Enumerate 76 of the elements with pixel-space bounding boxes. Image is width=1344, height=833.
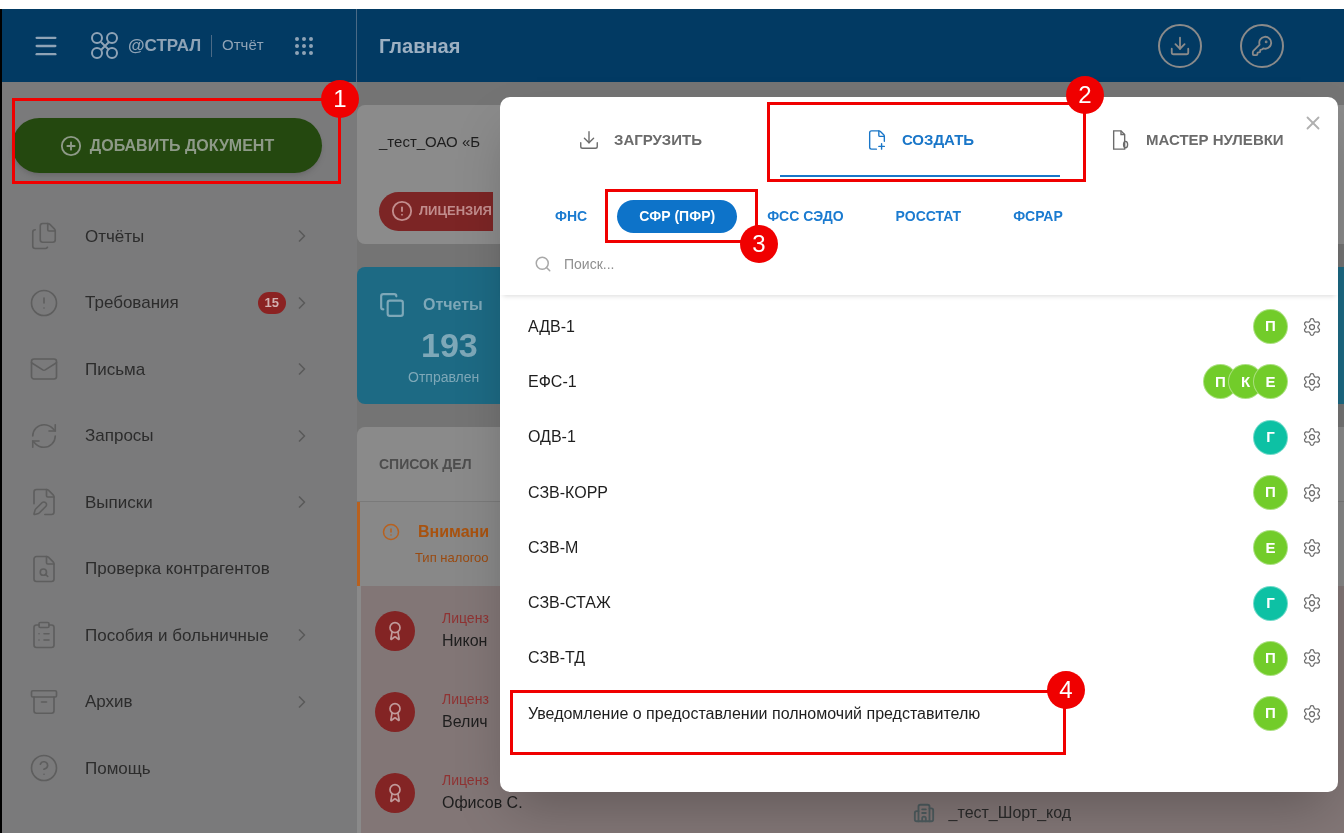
sidebar-item[interactable]: Выписки: [2, 469, 357, 536]
form-name[interactable]: СЗВ-КОРР: [528, 480, 608, 505]
download-icon: [1169, 34, 1191, 57]
documents-icon: [379, 291, 405, 320]
sidebar-item[interactable]: Пособия и больничные: [2, 602, 357, 669]
warning-icon: [382, 523, 400, 541]
download-button[interactable]: [1158, 23, 1202, 68]
add-document-button[interactable]: ДОБАВИТЬ ДОКУМЕНТ: [12, 118, 322, 173]
exclamation-icon: [391, 200, 413, 222]
dialog-tab[interactable]: СОЗДАТЬ: [780, 105, 1060, 177]
task-label: Лиценз: [442, 609, 489, 628]
settings-icon[interactable]: [1302, 593, 1322, 614]
page-title: Главная: [379, 33, 461, 59]
form-name[interactable]: ОДВ-1: [528, 425, 576, 450]
agency-chip[interactable]: РОССТАТ: [873, 199, 984, 233]
award-icon: [375, 610, 415, 651]
letter-badge: П: [1253, 696, 1288, 732]
form-name[interactable]: Уведомление о предоставлении полномочий представителю: [528, 701, 981, 726]
plus-icon: [59, 134, 82, 157]
sidebar-item[interactable]: Помощь: [2, 735, 357, 802]
agency-chip[interactable]: ФНС: [533, 199, 610, 233]
settings-icon[interactable]: [1302, 371, 1322, 392]
key-icon: [1251, 34, 1273, 57]
alert-text: Тип налогоо: [415, 549, 489, 567]
download-icon: [578, 128, 600, 152]
brand-name: @СТРАЛ: [128, 34, 202, 57]
documents-icon: [29, 221, 59, 252]
letter-badge: Г: [1253, 585, 1288, 621]
task-name: Никон: [442, 631, 488, 651]
form-name[interactable]: СЗВ-М: [528, 535, 579, 560]
sidebar-item[interactable]: Проверка контрагентов: [2, 535, 357, 602]
agency-chip[interactable]: СФР (ПФР): [617, 199, 738, 233]
organization-name: _тест_Шорт_код: [948, 803, 1072, 823]
letter-badge: Е: [1253, 364, 1288, 400]
company-name: _тест_ОАО «Б: [379, 132, 481, 152]
task-name: Велич: [442, 712, 488, 732]
task-label: Лиценз: [442, 771, 489, 790]
agency-chip[interactable]: ФСРАР: [991, 199, 1085, 233]
form-name[interactable]: АДВ-1: [528, 314, 575, 339]
letter-badge: Г: [1253, 419, 1288, 455]
alert-title: Внимани: [418, 522, 490, 542]
reports-count: 193: [421, 325, 478, 367]
building-icon: [912, 802, 935, 824]
sidebar-item[interactable]: Архив: [2, 668, 357, 735]
card-title: Отчеты: [423, 295, 483, 316]
dialog-tab[interactable]: ЗАГРУЗИТЬ: [500, 105, 780, 177]
tasks-title: СПИСОК ДЕЛ: [379, 454, 472, 474]
settings-icon[interactable]: [1302, 316, 1322, 337]
sidebar-item[interactable]: Требования 15: [2, 269, 357, 336]
letter-badge: Е: [1253, 530, 1288, 566]
form-name[interactable]: СЗВ-СТАЖ: [528, 591, 611, 616]
letter-badge: П: [1253, 309, 1288, 345]
sidebar-item[interactable]: Письма: [2, 336, 357, 403]
reports-caption: Отправлен: [408, 368, 480, 388]
form-name[interactable]: СЗВ-ТД: [528, 646, 586, 671]
letter-badge: П: [1253, 640, 1288, 676]
task-label: Лиценз: [442, 690, 489, 709]
key-button[interactable]: [1240, 23, 1284, 68]
count-badge: 15: [257, 292, 286, 314]
settings-icon[interactable]: [1302, 703, 1322, 724]
help-icon: [29, 753, 59, 784]
settings-icon[interactable]: [1302, 427, 1322, 448]
exclamation-icon: [29, 287, 59, 318]
form-name[interactable]: ЕФС-1: [528, 369, 577, 394]
letter-badge: П: [1253, 475, 1288, 511]
product-name: Отчёт: [222, 35, 264, 56]
sidebar-item[interactable]: Запросы: [2, 402, 357, 469]
search-icon: [534, 255, 552, 273]
award-icon: [375, 772, 415, 813]
settings-icon[interactable]: [1302, 537, 1322, 558]
settings-icon[interactable]: [1302, 648, 1322, 669]
settings-icon[interactable]: [1302, 482, 1322, 503]
task-name: Офисов С.: [442, 793, 523, 813]
license-badge: ЛИЦЕНЗИЯ: [379, 191, 493, 231]
award-icon: [375, 691, 415, 732]
sidebar-item[interactable]: Отчёты: [2, 203, 357, 270]
